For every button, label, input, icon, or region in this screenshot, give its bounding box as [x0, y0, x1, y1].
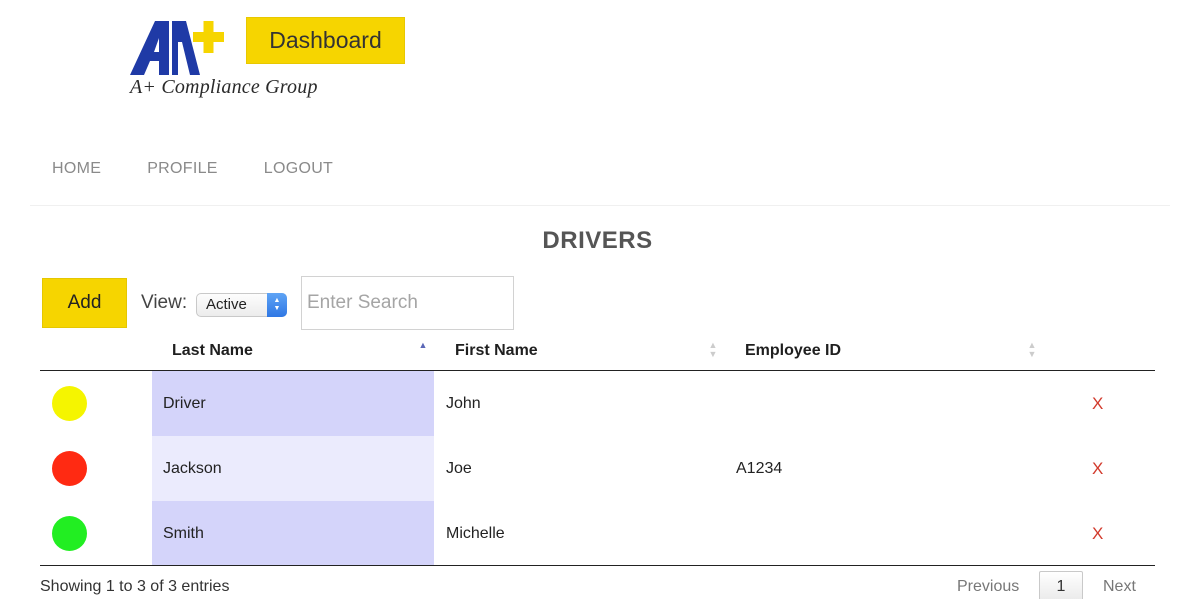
- first-name-cell: John: [446, 394, 481, 412]
- status-dot-icon: [52, 516, 87, 551]
- a-plus-logo-icon: [130, 21, 224, 75]
- table-header: Last Name ▲ First Name ▲ ▼ Employee ID ▲ ▼: [40, 330, 1155, 371]
- nav-divider: [30, 205, 1170, 206]
- view-label: View:: [141, 292, 188, 313]
- column-header-employee-id[interactable]: Employee ID: [745, 342, 841, 360]
- select-arrows-icon: ▲ ▼: [267, 293, 287, 317]
- status-dot-icon: [52, 451, 87, 486]
- sort-ascending-icon[interactable]: ▲: [418, 341, 428, 361]
- main-nav: HOME PROFILE LOGOUT: [52, 160, 379, 178]
- table-info: Showing 1 to 3 of 3 entries: [40, 578, 230, 595]
- pagination-previous[interactable]: Previous: [957, 578, 1019, 596]
- nav-profile-link[interactable]: PROFILE: [147, 160, 218, 178]
- table-row: Driver John X: [40, 371, 1155, 436]
- last-name-cell: Smith: [152, 501, 434, 566]
- nav-home-link[interactable]: HOME: [52, 160, 101, 178]
- table-row: Jackson Joe A1234 X: [40, 436, 1155, 501]
- column-header-first-name[interactable]: First Name: [455, 342, 538, 360]
- nav-logout-link[interactable]: LOGOUT: [264, 160, 333, 178]
- add-driver-button[interactable]: Add: [42, 278, 127, 328]
- delete-row-button[interactable]: X: [1092, 436, 1103, 501]
- pagination-current-page[interactable]: 1: [1039, 571, 1083, 599]
- column-header-last-name[interactable]: Last Name: [172, 342, 253, 360]
- pagination-next[interactable]: Next: [1103, 578, 1136, 596]
- logo-text: A+ Compliance Group: [130, 76, 318, 98]
- employee-id-cell: A1234: [736, 459, 783, 477]
- view-select[interactable]: Active ▲ ▼: [196, 293, 287, 317]
- delete-row-button[interactable]: X: [1092, 501, 1103, 566]
- dashboard-button[interactable]: Dashboard: [246, 17, 405, 64]
- first-name-cell: Michelle: [446, 524, 505, 542]
- first-name-cell: Joe: [446, 459, 472, 477]
- last-name-cell: Jackson: [152, 436, 434, 501]
- search-input[interactable]: [301, 276, 514, 330]
- view-select-value: Active: [206, 296, 247, 313]
- page-title: DRIVERS: [542, 227, 653, 254]
- sort-both-icon[interactable]: ▲ ▼: [708, 341, 718, 361]
- sort-both-icon[interactable]: ▲ ▼: [1027, 341, 1037, 361]
- last-name-cell: Driver: [152, 371, 434, 436]
- table-row: Smith Michelle X: [40, 501, 1155, 566]
- delete-row-button[interactable]: X: [1092, 371, 1103, 436]
- table-bottom-rule: [40, 565, 1155, 566]
- status-dot-icon: [52, 386, 87, 421]
